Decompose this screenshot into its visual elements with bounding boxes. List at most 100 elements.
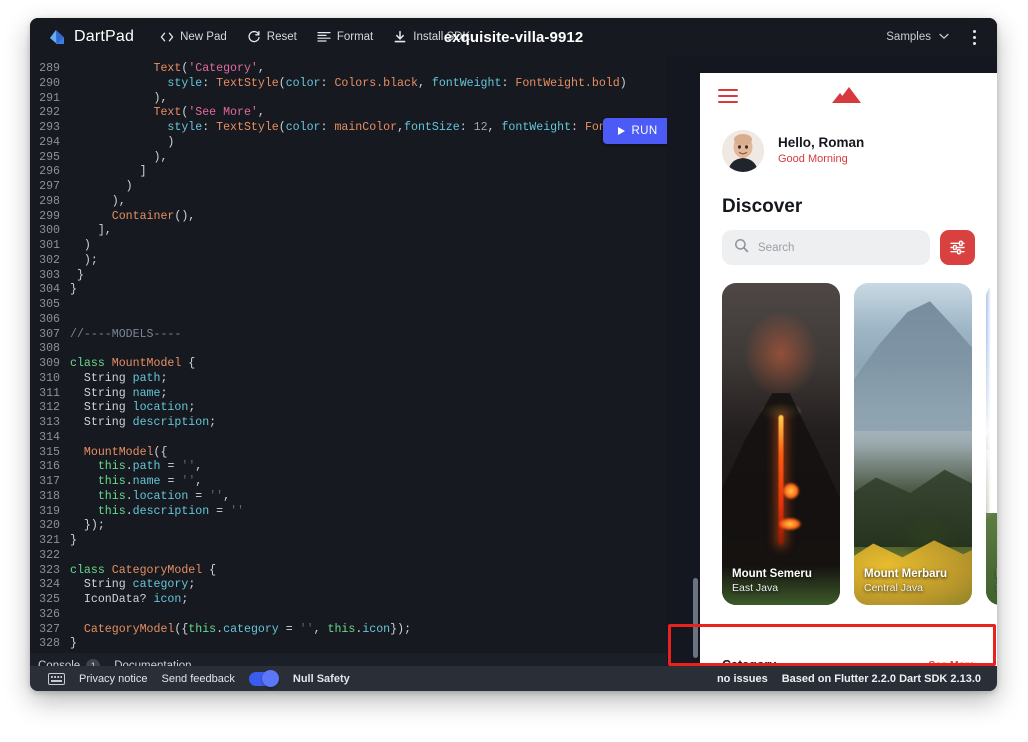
play-icon	[618, 127, 626, 135]
search-placeholder: Search	[758, 241, 795, 254]
line-number: 290	[39, 76, 60, 90]
code-token: this	[97, 460, 126, 474]
code-line: 311 String name;	[30, 387, 667, 402]
code-token: fontWeight	[431, 76, 502, 90]
run-button[interactable]: RUN	[603, 118, 667, 144]
code-token: color	[285, 76, 321, 90]
line-number: 296	[39, 165, 60, 179]
code-token: this	[97, 475, 126, 488]
code-token: ,	[257, 106, 265, 120]
code-line: 309 class MountModel {	[30, 357, 667, 372]
code-token: :	[501, 76, 516, 90]
code-token: //----MODELS----	[70, 327, 182, 341]
code-line: 314	[30, 431, 667, 446]
code-line: 302 );	[30, 254, 667, 269]
code-token: 'See More'	[188, 106, 258, 120]
install-sdk-button[interactable]: Install SDK	[385, 26, 478, 48]
code-token: ),	[70, 150, 168, 164]
code-token: {	[202, 563, 217, 577]
code-token: this	[327, 622, 356, 636]
line-number: 322	[39, 548, 60, 562]
code-line: 291 ),	[30, 92, 667, 107]
code-token: style	[167, 76, 203, 90]
send-feedback-link[interactable]: Send feedback	[161, 673, 234, 685]
code-token: });	[390, 622, 412, 636]
code-token: ;	[160, 386, 168, 400]
hamburger-menu-icon[interactable]	[718, 88, 738, 103]
format-button[interactable]: Format	[309, 26, 381, 48]
line-number: 313	[39, 416, 60, 429]
code-line: 321}	[30, 534, 667, 549]
line-number: 299	[39, 209, 60, 223]
code-token: =	[160, 460, 182, 474]
code-token: FontWeight.bold	[515, 76, 620, 90]
card-title: Mount Merbaru	[864, 568, 948, 581]
search-icon	[734, 238, 749, 258]
reset-button[interactable]: Reset	[239, 26, 305, 48]
code-token: MountModel	[83, 445, 154, 459]
code-line: 299 Container(),	[30, 210, 667, 225]
code-line: 289 Text('Category',	[30, 62, 667, 77]
code-token: icon	[362, 622, 391, 636]
code-token: :	[202, 121, 217, 134]
list-item[interactable]: Mount Merbaru Central Java	[854, 283, 972, 605]
code-token: Colors.black	[334, 76, 418, 90]
code-line: 316 this.path = '',	[30, 460, 667, 475]
discover-card-list[interactable]: Mount Semeru East Java Mount Merbaru Cen…	[700, 265, 997, 605]
code-token: }	[70, 637, 77, 651]
new-pad-button[interactable]: New Pad	[152, 26, 235, 48]
code-line: 308	[30, 342, 667, 357]
code-line: 296 ]	[30, 165, 667, 180]
privacy-notice-link[interactable]: Privacy notice	[79, 673, 147, 685]
code-token: 12	[473, 121, 488, 134]
line-number: 289	[39, 62, 60, 75]
editor-scrollbar[interactable]	[693, 578, 698, 658]
code-token: ],	[70, 224, 112, 238]
code-line: 328}	[30, 637, 667, 652]
code-token: class	[70, 563, 105, 577]
code-editor[interactable]: 289 Text('Category', 290 style: TextStyle…	[30, 56, 667, 653]
samples-dropdown[interactable]: Samples	[878, 27, 957, 47]
code-token: );	[70, 253, 98, 267]
greeting-text: Hello, Roman Good Morning	[778, 135, 864, 166]
brand-name: DartPad	[74, 28, 135, 45]
code-token: ,	[257, 62, 265, 75]
filter-sliders-icon[interactable]	[940, 230, 975, 265]
code-token: Text	[153, 62, 182, 75]
status-left-group: Privacy notice Send feedback Null Safety	[40, 670, 350, 687]
code-token: CategoryModel	[111, 563, 203, 577]
line-number: 312	[39, 401, 60, 415]
card-location: Central Java	[864, 581, 923, 594]
code-line: 315 MountModel({	[30, 446, 667, 461]
code-token: ({	[153, 445, 168, 459]
code-token: ;	[209, 416, 217, 429]
null-safety-toggle[interactable]	[248, 670, 279, 687]
keyboard-icon[interactable]	[48, 672, 65, 685]
greeting-subtitle: Good Morning	[778, 153, 848, 166]
code-line: 292 Text('See More',	[30, 106, 667, 121]
search-input[interactable]: Search	[722, 230, 930, 265]
kebab-menu-icon[interactable]	[961, 24, 987, 50]
list-item[interactable]: Mount Semeru East Java	[722, 283, 840, 605]
code-line: 297 )	[30, 180, 667, 195]
line-number: 297	[39, 180, 60, 193]
code-token: ),	[70, 194, 126, 208]
code-line: 326	[30, 608, 667, 623]
code-token: ,	[417, 76, 432, 90]
card-image-merbaru	[854, 283, 972, 605]
code-token: (),	[174, 209, 196, 223]
code-token: =	[160, 475, 182, 488]
code-line: 324 String category;	[30, 578, 667, 593]
code-text: 289 Text('Category', 290 style: TextStyle…	[30, 56, 667, 652]
card-location: Hawaii	[996, 582, 997, 595]
list-item[interactable]: Mauna Kea Hawaii	[986, 283, 997, 605]
line-number: 304	[39, 283, 60, 297]
